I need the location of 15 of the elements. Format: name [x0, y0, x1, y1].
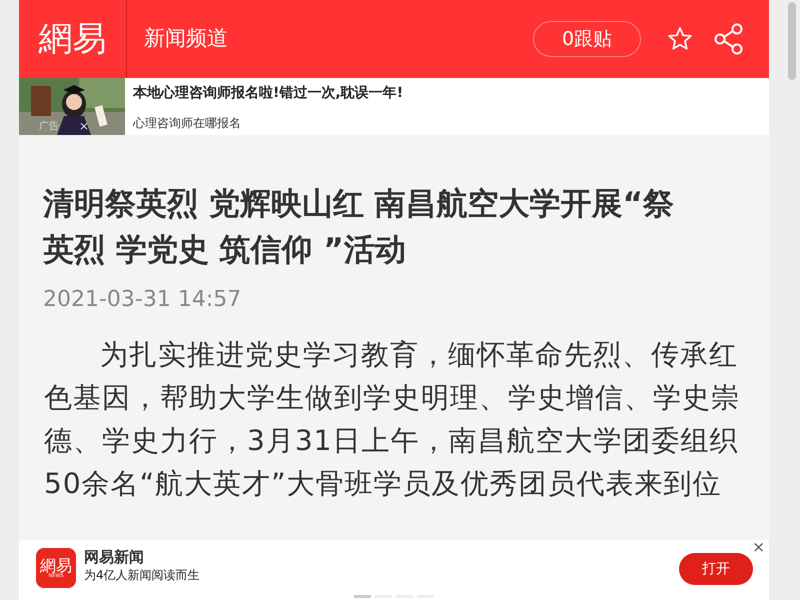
- scrollbar-thumb[interactable]: [788, 2, 796, 80]
- ad-subtitle: 心理咨询师在哪报名: [133, 115, 242, 132]
- ad-headline[interactable]: 本地心理咨询师报名啦!错过一次,耽误一年!: [133, 83, 404, 104]
- app-name: 网易新闻: [84, 548, 145, 566]
- article-paragraph: 为扎实推进党史学习教育，缅怀革命先烈、传承红色基因，帮助大学生做到学史明理、学史增信、学史崇德、学史力行，3月31日上午，南昌航空大学团委组织50余名“航大英才”大骨班学员及优秀团员代表来到位: [44, 337, 741, 502]
- ad-label: 广告: [39, 120, 59, 134]
- open-app-button[interactable]: 打开: [679, 553, 753, 585]
- share-icon[interactable]: [713, 23, 745, 55]
- star-icon[interactable]: [667, 26, 693, 52]
- app-slogan: 为4亿人新闻阅读而生: [84, 567, 200, 584]
- channel-title: 新闻频道: [143, 25, 229, 52]
- comment-button[interactable]: 0跟贴: [533, 21, 641, 57]
- publish-date: 2021-03-31 14:57: [43, 286, 242, 314]
- article-title: 清明祭英烈 党辉映山红 南昌航空大学开展“祭英烈 学党史 筑信仰 ”活动: [43, 185, 675, 270]
- close-button[interactable]: ×: [752, 540, 765, 555]
